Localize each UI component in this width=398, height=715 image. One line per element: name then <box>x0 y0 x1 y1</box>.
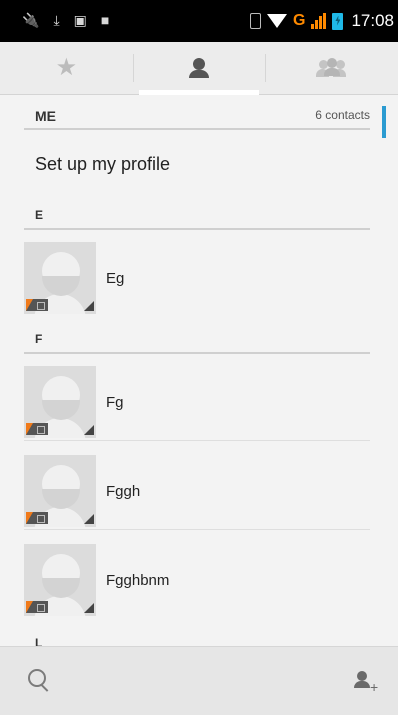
setup-profile-item[interactable]: Set up my profile <box>35 154 170 175</box>
star-icon: ★ <box>55 54 78 81</box>
sim-badge-icon <box>26 299 48 311</box>
tab-favorites[interactable]: ★ <box>0 42 133 94</box>
person-icon <box>188 58 210 78</box>
contact-avatar[interactable] <box>24 455 96 527</box>
scrollbar[interactable] <box>382 106 386 138</box>
contact-avatar[interactable] <box>24 366 96 438</box>
group-icon <box>315 58 348 78</box>
tab-bar: ★ <box>0 42 398 95</box>
battery-icon <box>332 12 344 30</box>
contact-name: Fggh <box>106 483 141 500</box>
section-header-f: F <box>24 330 370 354</box>
me-label: ME <box>35 108 56 124</box>
contacts-count: 6 contacts <box>315 108 370 122</box>
quick-contact-corner-icon <box>84 301 94 311</box>
contact-row[interactable]: Fggh <box>24 455 370 530</box>
signal-icon <box>311 13 327 29</box>
quick-contact-corner-icon <box>84 603 94 613</box>
status-time: 17:08 <box>351 11 394 30</box>
section-letter: E <box>35 208 44 222</box>
tab-contacts[interactable] <box>132 42 266 95</box>
sim-badge-icon <box>26 601 48 613</box>
image-icon: ▣ <box>73 12 87 28</box>
contact-name: Fg <box>106 394 124 411</box>
network-type: G <box>293 12 306 29</box>
section-letter: F <box>35 332 43 346</box>
contact-avatar[interactable] <box>24 544 96 616</box>
download-icon: ⤓ <box>53 12 60 28</box>
add-contact-icon[interactable]: + <box>352 671 378 694</box>
contact-row[interactable]: Fg <box>24 366 370 441</box>
contact-row[interactable]: Eg <box>24 242 370 316</box>
quick-contact-corner-icon <box>84 514 94 524</box>
status-bar: 🔌 ⤓ ▣ ■ G 17:08 <box>0 0 398 42</box>
sim-badge-icon <box>26 423 48 435</box>
sim-badge-icon <box>26 512 48 524</box>
status-left-icons: 🔌 ⤓ ▣ ■ <box>22 12 109 28</box>
bottom-action-bar: + <box>0 646 398 715</box>
bluetooth-icon <box>250 13 261 29</box>
wifi-icon <box>267 14 287 28</box>
contact-name: Eg <box>106 270 125 287</box>
section-header-e: E <box>24 206 370 230</box>
storage-icon: ■ <box>100 12 110 28</box>
tab-groups[interactable] <box>265 42 398 94</box>
search-icon[interactable] <box>28 669 50 692</box>
contact-name: Fgghbnm <box>106 572 170 589</box>
usb-icon: 🔌 <box>22 12 40 28</box>
status-right-icons: G 17:08 <box>250 11 394 31</box>
quick-contact-corner-icon <box>84 425 94 435</box>
contact-row[interactable]: Fgghbnm <box>24 544 370 618</box>
contact-avatar[interactable] <box>24 242 96 314</box>
me-header: ME 6 contacts <box>24 104 370 130</box>
